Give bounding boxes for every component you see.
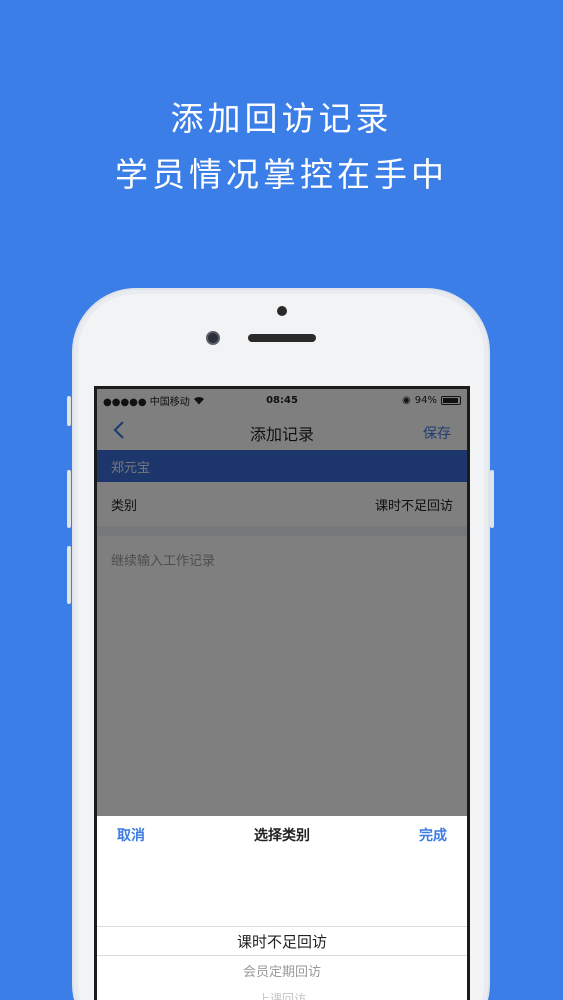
phone-volume-down <box>67 546 71 604</box>
phone-screen: ●●●●● 中国移动 08:45 ◉ 94% 添加记录 保存 郑元宝 类别 课时… <box>94 386 470 1000</box>
category-label: 类别 <box>111 498 138 514</box>
phone-mute-switch <box>67 396 71 426</box>
location-icon: ◉ <box>402 394 411 406</box>
work-record-placeholder: 继续输入工作记录 <box>111 554 216 569</box>
category-value: 课时不足回访 <box>374 498 453 514</box>
navigation-bar: 添加记录 保存 <box>97 411 467 455</box>
picker-option[interactable]: 上课回访 <box>97 984 467 1000</box>
battery-percent: 94% <box>414 394 437 406</box>
done-button[interactable]: 完成 <box>419 825 447 845</box>
status-bar: ●●●●● 中国移动 08:45 ◉ 94% <box>97 389 467 411</box>
cancel-button[interactable]: 取消 <box>117 825 145 845</box>
front-camera-icon <box>206 331 220 345</box>
save-button[interactable]: 保存 <box>411 423 451 443</box>
earpiece-speaker <box>248 334 316 342</box>
phone-power-button <box>490 470 494 528</box>
headline-line-1: 添加回访记录 <box>170 99 393 138</box>
carrier-label: ●●●●● 中国移动 <box>103 396 190 408</box>
back-button[interactable] <box>113 420 153 446</box>
page-title: 添加记录 <box>249 425 314 444</box>
blank-area <box>97 716 467 816</box>
picker-header: 取消 选择类别 完成 <box>97 816 467 854</box>
picker-title: 选择类别 <box>254 828 310 844</box>
headline-line-2: 学员情况掌控在手中 <box>115 155 448 194</box>
picker-option[interactable]: 会员定期回访 <box>97 956 467 984</box>
student-name-bar: 郑元宝 <box>97 450 467 482</box>
work-record-input[interactable]: 继续输入工作记录 <box>97 536 467 716</box>
phone-volume-up <box>67 470 71 528</box>
proximity-sensor <box>277 306 287 316</box>
battery-icon <box>441 395 461 405</box>
chevron-left-icon <box>113 421 124 439</box>
category-picker: 取消 选择类别 完成 课时不足回访 会员定期回访 上课回访 <box>97 816 467 1000</box>
picker-wheel[interactable]: 课时不足回访 会员定期回访 上课回访 <box>97 926 467 1000</box>
picker-option-selected[interactable]: 课时不足回访 <box>97 927 467 955</box>
section-divider <box>97 526 467 536</box>
category-row[interactable]: 类别 课时不足回访 <box>97 482 467 526</box>
wifi-icon <box>193 396 204 404</box>
